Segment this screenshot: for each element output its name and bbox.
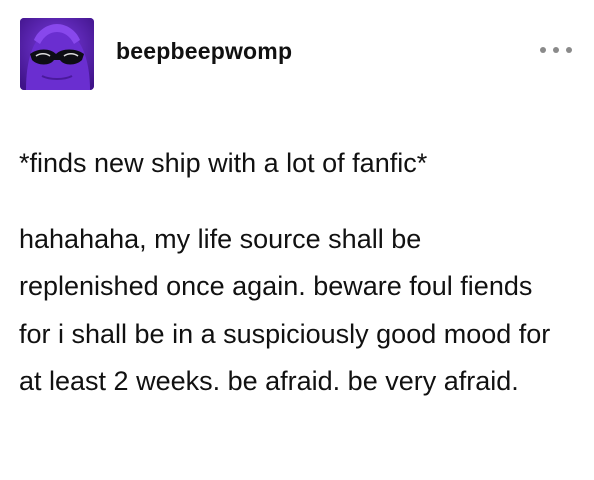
post-paragraph-1: *finds new ship with a lot of fanfic* [19, 148, 428, 178]
more-options-icon[interactable] [538, 40, 578, 60]
post-paragraph-2: hahahaha, my life source shall be replen… [19, 224, 551, 396]
dot-icon [553, 47, 559, 53]
dot-icon [540, 47, 546, 53]
user-avatar[interactable] [20, 18, 94, 90]
dot-icon [566, 47, 572, 53]
username[interactable]: beepbeepwomp [116, 38, 292, 65]
avatar-icon [20, 18, 94, 90]
post-card: beepbeepwomp *finds new ship with a lot … [0, 0, 594, 480]
